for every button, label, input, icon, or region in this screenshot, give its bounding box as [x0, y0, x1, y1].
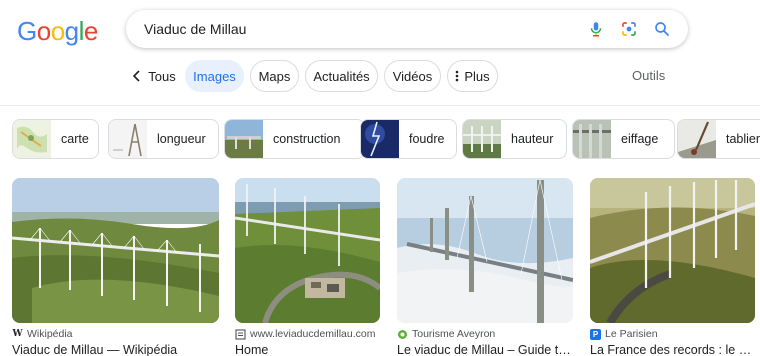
chip-label: construction: [273, 132, 341, 146]
source-label: Tourisme Aveyron: [412, 328, 496, 340]
lens-icon[interactable]: [620, 20, 638, 38]
result-source[interactable]: P Le Parisien: [590, 328, 755, 340]
le-parisien-icon: P: [590, 328, 601, 340]
chip-thumbnail: [678, 120, 716, 158]
search-icon[interactable]: [653, 20, 671, 38]
chip-label: longueur: [157, 132, 206, 146]
chip-foudre[interactable]: foudre: [360, 119, 457, 159]
chip-label: foudre: [409, 132, 445, 146]
result-source[interactable]: Tourisme Aveyron: [397, 328, 573, 340]
google-logo[interactable]: Google: [17, 16, 98, 47]
chip-thumbnail: [573, 120, 611, 158]
logo-letter: g: [64, 16, 79, 46]
chip-thumbnail: [13, 120, 51, 158]
result-title[interactable]: Home: [235, 343, 380, 356]
result-image[interactable]: [590, 178, 755, 323]
chip-thumbnail: [109, 120, 147, 158]
chip-construction[interactable]: construction: [224, 119, 365, 159]
result-title[interactable]: La France des records : le via...: [590, 343, 755, 356]
tab-more[interactable]: Plus: [447, 60, 498, 92]
viaduct-photo: [235, 178, 380, 323]
logo-letter: o: [50, 16, 65, 46]
tools-button[interactable]: Outils: [632, 68, 665, 83]
chip-thumbnail: [225, 120, 263, 158]
tab-all[interactable]: Tous: [128, 60, 180, 92]
chip-eiffage[interactable]: eiffage: [572, 119, 675, 159]
chip-label: eiffage: [621, 132, 659, 146]
page-icon: [235, 328, 246, 340]
search-box[interactable]: [126, 10, 688, 48]
result-source[interactable]: www.leviaducdemillau.com: [235, 328, 380, 340]
tab-label: Tous: [148, 68, 176, 84]
tab-label: Plus: [464, 68, 490, 84]
result-image[interactable]: [397, 178, 573, 323]
image-result[interactable]: Tourisme Aveyron Le viaduc de Millau – G…: [397, 178, 573, 356]
chip-thumbnail: [361, 120, 399, 158]
tab-label: Actualités: [313, 68, 370, 84]
viaduct-photo: [12, 178, 219, 323]
chip-longueur[interactable]: longueur: [108, 119, 219, 159]
source-label: Wikipédia: [27, 328, 73, 340]
image-result[interactable]: W Wikipédia Viaduc de Millau — Wikipédia: [12, 178, 219, 356]
tourisme-aveyron-icon: [398, 329, 407, 339]
viaduct-photo: [397, 178, 573, 323]
wikipedia-icon: W: [12, 329, 23, 339]
related-chips: carte longueur construction foudre haute…: [12, 119, 760, 159]
chip-carte[interactable]: carte: [12, 119, 99, 159]
header-divider: [0, 105, 760, 106]
tab-news[interactable]: Actualités: [305, 60, 378, 92]
source-label: www.leviaducdemillau.com: [250, 328, 376, 340]
logo-letter: o: [36, 16, 51, 46]
tab-videos[interactable]: Vidéos: [384, 60, 441, 92]
search-input[interactable]: [144, 21, 564, 37]
result-title[interactable]: Le viaduc de Millau – Guide to...: [397, 343, 573, 356]
image-result[interactable]: www.leviaducdemillau.com Home: [235, 178, 380, 356]
chip-label: hauteur: [511, 132, 554, 146]
chip-hauteur[interactable]: hauteur: [462, 119, 567, 159]
logo-letter: e: [83, 16, 98, 46]
image-result[interactable]: P Le Parisien La France des records : le…: [590, 178, 755, 356]
chip-label: tablier: [726, 132, 760, 146]
chevron-left-icon: [133, 70, 140, 82]
tab-label: Maps: [258, 68, 291, 84]
result-title[interactable]: Viaduc de Millau — Wikipédia: [12, 343, 219, 356]
logo-letter: G: [17, 16, 37, 46]
mic-icon[interactable]: [587, 20, 605, 38]
chip-tablier[interactable]: tablier: [677, 119, 760, 159]
result-image[interactable]: [12, 178, 219, 323]
source-label: Le Parisien: [605, 328, 658, 340]
tab-maps[interactable]: Maps: [250, 60, 299, 92]
viaduct-photo: [590, 178, 755, 323]
chip-thumbnail: [463, 120, 501, 158]
tab-label: Images: [193, 68, 236, 84]
image-results: W Wikipédia Viaduc de Millau — Wikipédia: [0, 178, 760, 356]
more-vert-icon: [456, 70, 459, 82]
result-source[interactable]: W Wikipédia: [12, 328, 219, 340]
chip-label: carte: [61, 132, 89, 146]
tab-images[interactable]: Images: [185, 60, 244, 92]
result-image[interactable]: [235, 178, 380, 323]
tab-label: Vidéos: [392, 68, 433, 84]
